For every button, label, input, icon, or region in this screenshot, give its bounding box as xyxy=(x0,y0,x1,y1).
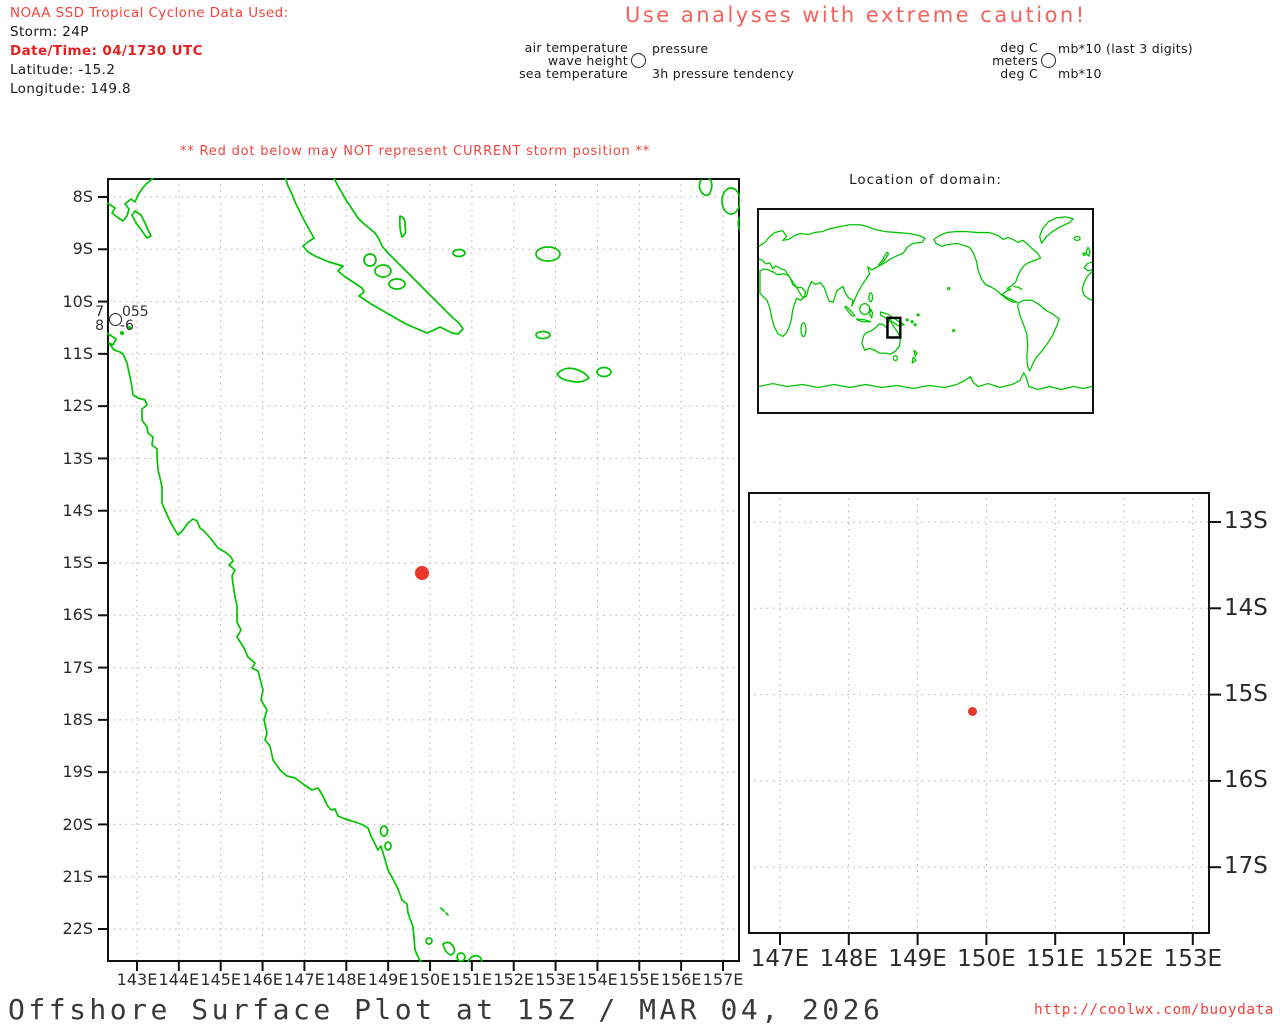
station-tendency: -6 xyxy=(119,317,134,334)
plot-title: Offshore Surface Plot at 15Z / MAR 04, 2… xyxy=(8,993,884,1024)
world-inset-map xyxy=(757,208,1094,414)
caution-banner: Use analyses with extreme caution! xyxy=(625,3,1087,27)
lon-tick-label: 152E xyxy=(493,970,535,989)
lat-tick-label: 16S xyxy=(1224,767,1268,794)
lat-tick-label: 17S xyxy=(62,657,93,677)
lon-tick-label: 143E xyxy=(116,970,158,989)
legend-pressure-tendency-label: 3h pressure tendency xyxy=(652,66,795,81)
lon-tick-label: 149E xyxy=(367,970,409,989)
storm-position-dot xyxy=(414,566,429,581)
lon-tick-label: 151E xyxy=(1025,946,1085,972)
lat-tick-label: 16S xyxy=(62,605,93,625)
units-pressure-tendency: mb*10 xyxy=(1058,66,1102,81)
legend-sea-temperature-label: sea temperature xyxy=(519,66,628,81)
legend-pressure-label: pressure xyxy=(652,41,709,56)
lon-tick-label: 145E xyxy=(200,970,242,989)
lon-tick-label: 149E xyxy=(888,946,947,972)
lat-tick-label: 22S xyxy=(62,919,93,939)
storm-position-warning: ** Red dot below may NOT represent CURRE… xyxy=(180,144,651,159)
header-datetime: Date/Time: 04/1730 UTC xyxy=(10,43,203,59)
lat-tick-label: 8S xyxy=(72,187,93,207)
units-model-circle-icon xyxy=(1041,53,1056,68)
lat-tick-label: 19S xyxy=(62,762,93,782)
lon-tick-label: 148E xyxy=(819,946,879,972)
lat-tick-label: 13S xyxy=(62,448,93,468)
units-pressure: mb*10 (last 3 digits) xyxy=(1058,41,1193,56)
header-latitude: Latitude: -15.2 xyxy=(10,62,116,78)
lat-tick-label: 13S xyxy=(1224,508,1268,535)
lat-tick-label: 15S xyxy=(1224,680,1268,707)
lon-tick-label: 150E xyxy=(409,970,451,989)
lon-tick-label: 157E xyxy=(702,970,744,989)
lat-tick-label: 9S xyxy=(72,239,93,259)
lat-tick-label: 15S xyxy=(62,553,93,573)
lon-tick-label: 153E xyxy=(1163,946,1223,972)
world-inset-title: Location of domain: xyxy=(849,172,1002,188)
station-sea-temp: 8 xyxy=(95,317,104,334)
lon-tick-label: 146E xyxy=(242,970,283,989)
zoomed-inset-map: 147E 148E 149E 150E 151E 152E 153E 13S 14S 15S 16S… xyxy=(748,492,1268,972)
lon-tick-label: 151E xyxy=(451,970,493,989)
lat-tick-label: 21S xyxy=(62,866,93,886)
station-model-circle-icon xyxy=(631,53,646,68)
lat-tick-label: 18S xyxy=(62,709,93,729)
lon-tick-label: 150E xyxy=(957,946,1016,972)
lat-tick-label: 20S xyxy=(62,814,93,834)
units-sea-temperature: deg C xyxy=(1000,66,1038,81)
lat-tick-label: 17S xyxy=(1224,853,1268,880)
lon-tick-label: 153E xyxy=(535,970,576,989)
lon-tick-label: 148E xyxy=(325,970,367,989)
lon-tick-label: 152E xyxy=(1094,946,1154,972)
lon-tick-label: 147E xyxy=(750,946,810,972)
main-map: 143E 144E 145E 146E 147E 148E 149E 150E 151E 152E… xyxy=(62,178,743,989)
lon-tick-label: 156E xyxy=(660,970,702,989)
lon-tick-label: 154E xyxy=(577,970,618,989)
source-url: http://coolwx.com/buoydata xyxy=(1034,1002,1274,1018)
header-storm: Storm: 24P xyxy=(10,24,89,40)
offshore-surface-plot-page: NOAA SSD Tropical Cyclone Data Used: Sto… xyxy=(0,0,1280,1024)
lat-tick-label: 14S xyxy=(1224,594,1268,621)
lat-tick-label: 11S xyxy=(62,343,93,363)
lat-tick-label: 12S xyxy=(62,396,93,416)
header-longitude: Longitude: 149.8 xyxy=(10,81,132,97)
lon-tick-label: 155E xyxy=(618,970,660,989)
inset-map-grid xyxy=(748,492,1221,945)
lon-tick-label: 147E xyxy=(284,970,325,989)
lat-tick-label: 14S xyxy=(62,500,93,520)
lon-tick-label: 144E xyxy=(158,970,200,989)
header-source-line: NOAA SSD Tropical Cyclone Data Used: xyxy=(10,5,289,21)
